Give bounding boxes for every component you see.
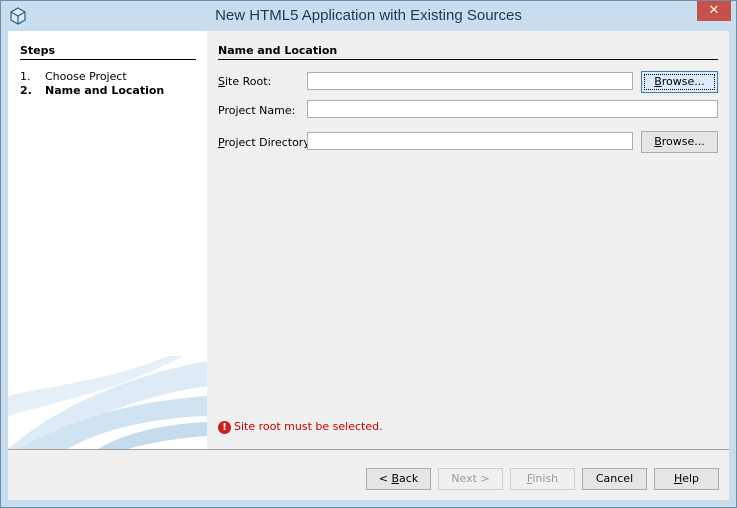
step-number: 1. [20,70,31,83]
next-button[interactable]: Next > [438,468,503,490]
section-title: Name and Location [218,44,718,60]
wizard-window: New HTML5 Application with Existing Sour… [0,0,737,508]
project-directory-browse-button[interactable]: Browse... [641,131,718,153]
step-number: 2. [20,84,32,97]
window-title: New HTML5 Application with Existing Sour… [215,7,522,24]
site-root-browse-button[interactable]: Browse... [641,71,718,93]
title-bar[interactable]: New HTML5 Application with Existing Sour… [1,1,736,31]
step-label: Choose Project [45,70,127,83]
back-button[interactable]: < Back [366,468,431,490]
project-directory-label: Project Directory: [218,136,313,149]
step-item-choose-project: 1. Choose Project [20,70,127,83]
finish-button[interactable]: Finish [510,468,575,490]
steps-header: Steps [20,44,196,60]
decorative-swoosh-image [8,356,207,449]
close-button[interactable]: ✕ [697,1,731,21]
project-name-input[interactable] [307,100,718,118]
button-bar: < Back Next > Finish Cancel Help [8,450,729,500]
error-message: Site root must be selected. [234,420,383,433]
site-root-label: Site Root: [218,75,272,88]
cancel-button[interactable]: Cancel [582,468,647,490]
project-name-label: Project Name: [218,104,296,117]
error-icon: ! [218,420,231,434]
step-item-name-and-location: 2. Name and Location [20,84,164,97]
close-icon: ✕ [708,3,720,18]
validation-error: ! Site root must be selected. [218,420,383,434]
site-root-input[interactable] [307,72,633,90]
form-panel: Name and Location Site Root: Browse... P… [207,31,729,449]
dialog-content: Steps 1. Choose Project 2. Name and Locati… [8,31,729,500]
steps-panel: Steps 1. Choose Project 2. Name and Locati… [8,31,207,449]
help-button[interactable]: Help [654,468,719,490]
step-label: Name and Location [45,84,165,97]
project-directory-input[interactable] [307,132,633,150]
